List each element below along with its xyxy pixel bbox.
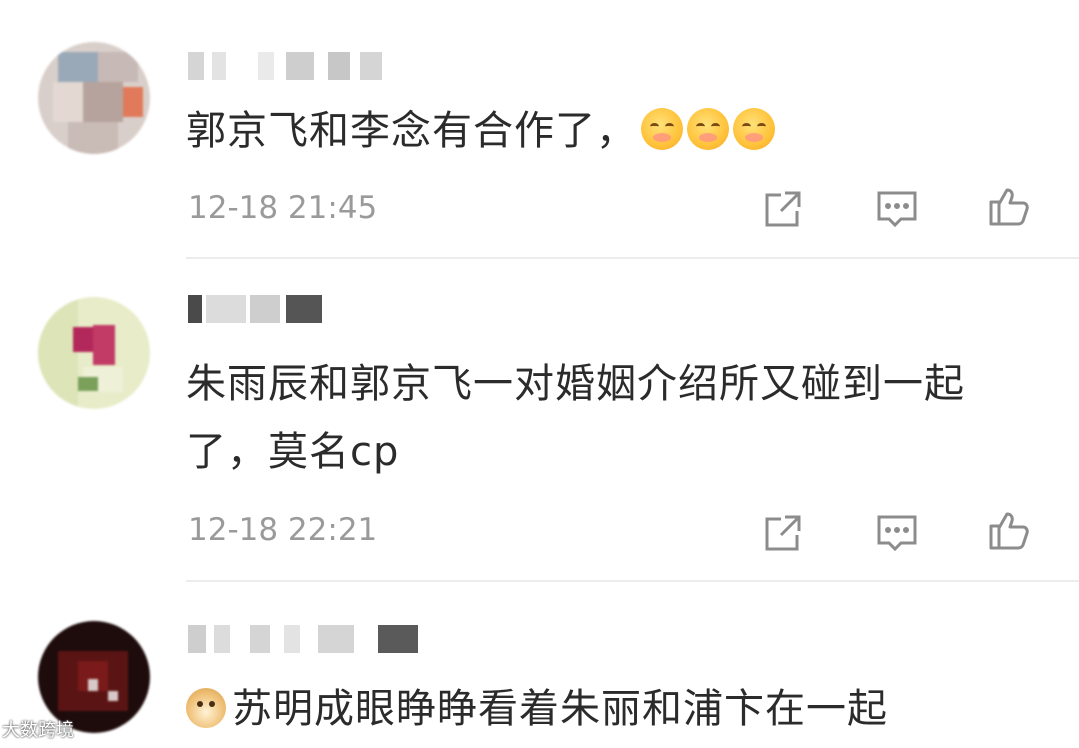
blush-emoji [687,108,729,150]
comment-item: 朱雨辰和郭京飞一对婚姻介绍所又碰到一起了，莫名cp 12-18 22:21 [0,259,1079,582]
comment-time: 12-18 22:21 [188,512,378,548]
like-button[interactable] [985,506,1033,554]
comment-time: 12-18 21:45 [188,190,378,226]
comment-body: 朱雨辰和郭京飞一对婚姻介绍所又碰到一起了，莫名cp [186,361,965,475]
reply-button[interactable] [873,185,921,233]
comment-item: 苏明成眼睁睁看着朱丽和浦卞在一起 [0,583,1079,748]
username[interactable] [188,52,398,80]
share-button[interactable] [759,509,807,557]
comment-body: 苏明成眼睁睁看着朱丽和浦卞在一起 [232,686,888,732]
watermark: 大数跨境 [2,720,74,741]
avatar[interactable] [38,42,150,154]
share-icon [765,515,801,551]
avatar[interactable] [38,297,150,409]
share-icon [765,191,801,227]
username[interactable] [188,625,448,653]
comment-text: 郭京飞和李念有合作了， [186,97,1026,165]
blush-emoji [641,108,683,150]
share-button[interactable] [759,185,807,233]
like-button[interactable] [985,182,1033,230]
divider [186,580,1079,582]
doge-emoji [186,688,226,728]
blush-emoji [733,108,775,150]
reply-icon [877,191,917,228]
comment-text: 苏明成眼睁睁看着朱丽和浦卞在一起 [186,675,1026,743]
comment-text: 朱雨辰和郭京飞一对婚姻介绍所又碰到一起了，莫名cp [186,350,1026,486]
like-icon [989,188,1029,226]
comment-body: 郭京飞和李念有合作了， [186,108,637,154]
reply-icon [877,515,917,552]
comment-item: 郭京飞和李念有合作了， 12-18 21:45 [0,0,1079,259]
username[interactable] [188,295,338,323]
like-icon [989,512,1029,550]
reply-button[interactable] [873,509,921,557]
